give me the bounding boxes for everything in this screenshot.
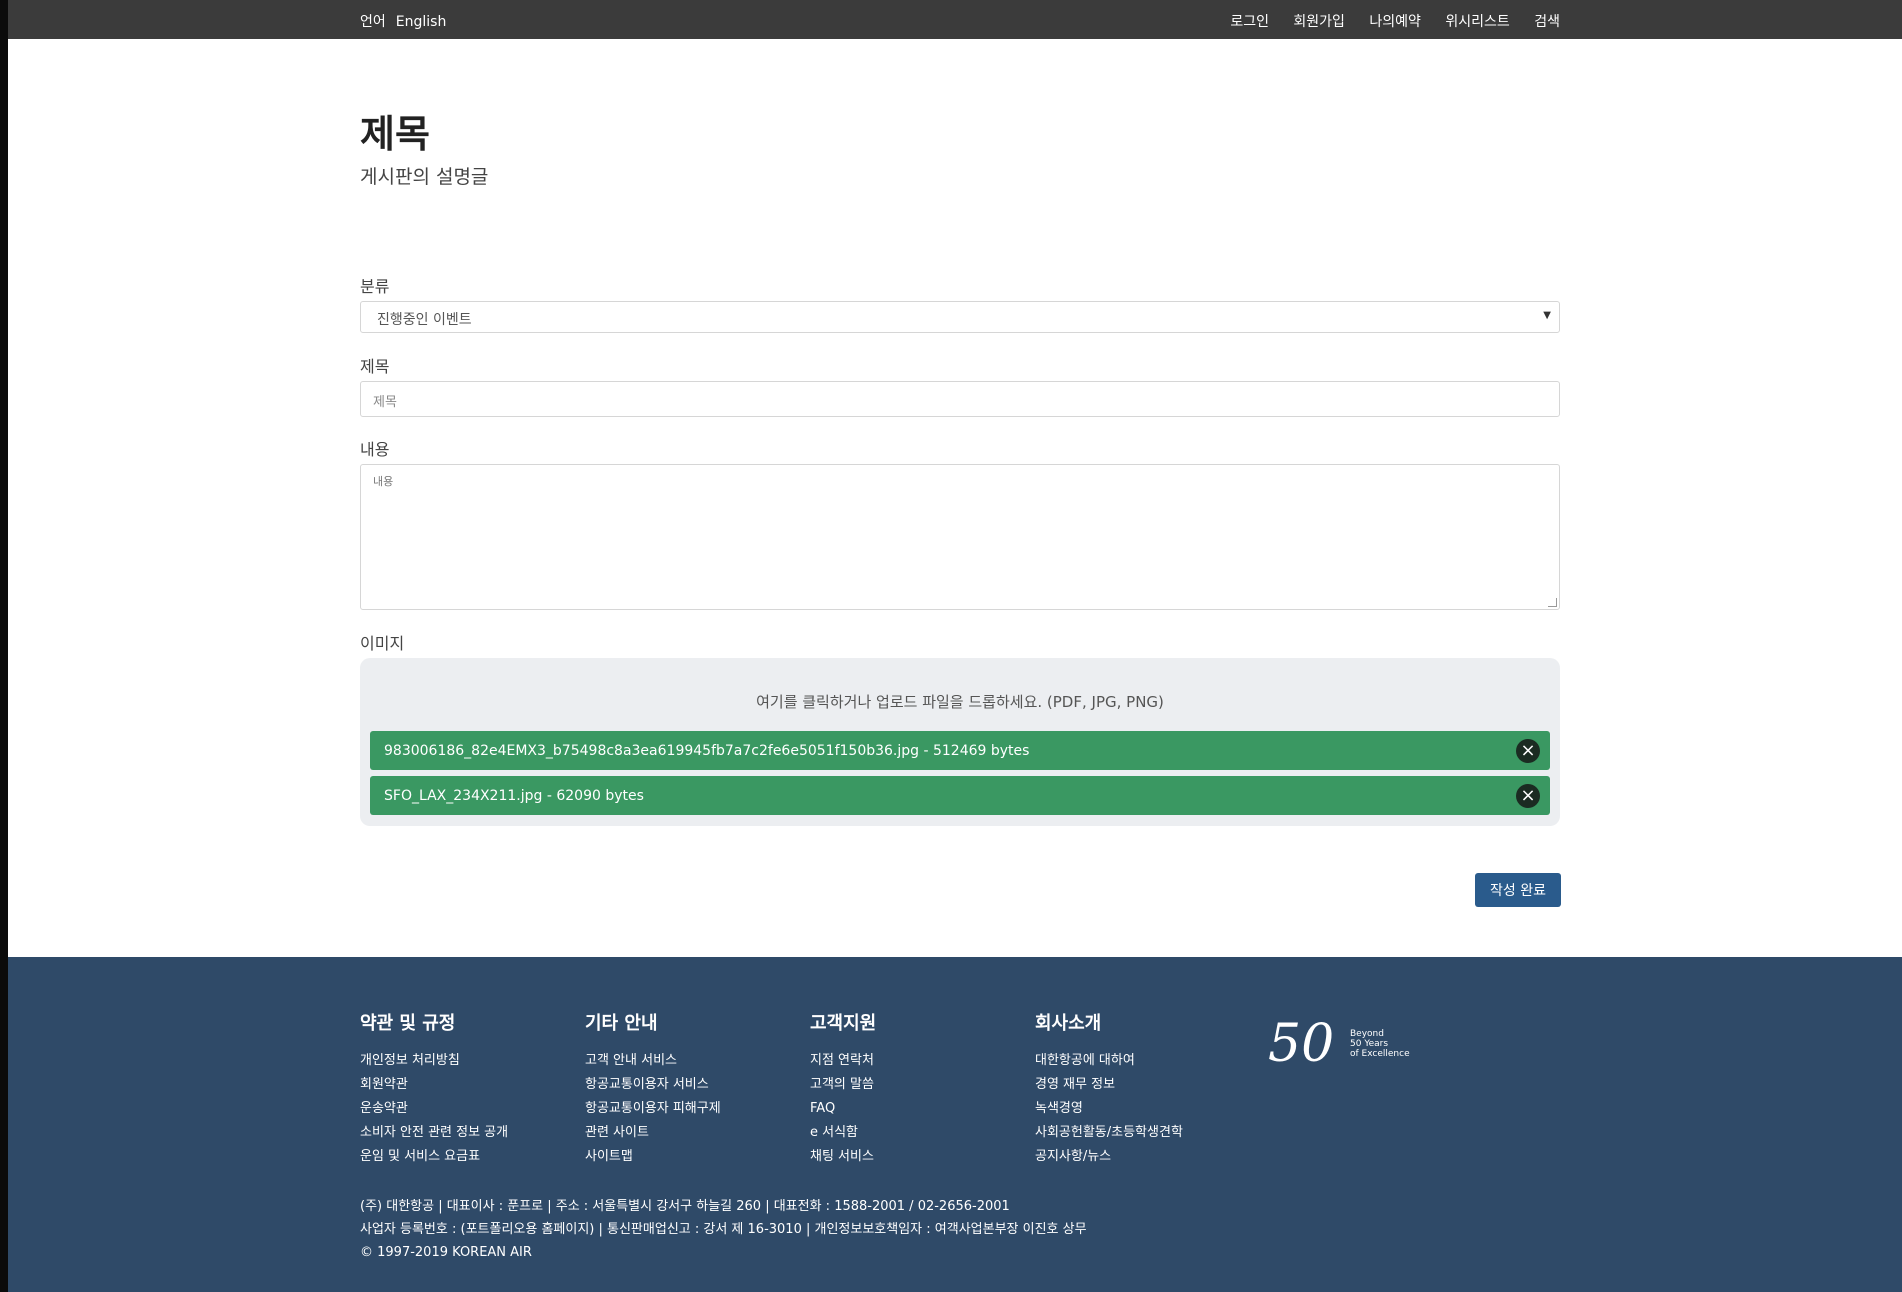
image-label: 이미지 [360,634,405,653]
nav-search[interactable]: 검색 [1534,14,1560,30]
company-info: (주) 대한항공 | 대표이사 : 푼프로 | 주소 : 서울특별시 강서구 하… [360,1195,1087,1264]
logo-tagline-line: 50 Years [1350,1039,1389,1049]
chevron-down-icon: ▼ [1543,310,1551,321]
footer-link[interactable]: 지점 연락처 [810,1049,876,1073]
footer-link[interactable]: FAQ [810,1097,876,1121]
category-label: 분류 [360,277,390,296]
uploaded-file-row: SFO_LAX_234X211.jpg - 62090 bytes × [370,776,1550,815]
nav-login[interactable]: 로그인 [1230,14,1269,30]
footer-link[interactable]: 녹색경영 [1035,1097,1183,1121]
footer-link[interactable]: 관련 사이트 [585,1121,721,1145]
dropzone-message: 여기를 클릭하거나 업로드 파일을 드롭하세요. (PDF, JPG, PNG) [756,693,1164,711]
title-placeholder: 제목 [373,395,397,410]
submit-button[interactable]: 작성 완료 [1475,873,1561,907]
footer-column-title: 회사소개 [1035,1013,1102,1034]
remove-file-close-icon[interactable]: × [1516,739,1540,763]
footer-column-title: 약관 및 규정 [360,1013,456,1034]
footer-column-title: 고객지원 [810,1013,877,1034]
footer-column-title: 기타 안내 [585,1013,658,1034]
language-value[interactable]: English [396,14,447,30]
footer-column-support: 고객지원 지점 연락처 고객의 말씀 FAQ e 서식함 채팅 서비스 [810,1009,876,1169]
uploaded-file-name: SFO_LAX_234X211.jpg - 62090 bytes [384,788,644,804]
top-nav: 로그인 회원가입 나의예약 위시리스트 검색 [1210,11,1560,31]
content-textarea[interactable]: 내용 [360,464,1560,610]
footer-link[interactable]: 사회공헌활동/초등학생견학 [1035,1121,1183,1145]
page-title: 제목 [360,112,430,156]
top-bar: 언어 English 로그인 회원가입 나의예약 위시리스트 검색 [8,0,1902,39]
logo-tagline-line: of Excellence [1350,1049,1410,1059]
footer-link[interactable]: 운송약관 [360,1097,508,1121]
uploaded-file-row: 983006186_82e4EMX3_b75498c8a3ea619945fb7… [370,731,1550,770]
category-select[interactable]: 진행중인 이벤트 ▼ [360,301,1560,333]
footer-link[interactable]: 개인정보 처리방침 [360,1049,508,1073]
content-label: 내용 [360,440,390,459]
footer-link[interactable]: 항공교통이용자 서비스 [585,1073,721,1097]
remove-file-close-icon[interactable]: × [1516,784,1540,808]
title-label: 제목 [360,357,390,376]
footer-link[interactable]: 회원약관 [360,1073,508,1097]
resize-handle-icon[interactable] [1548,598,1557,607]
footer-link[interactable]: 사이트맵 [585,1145,721,1169]
uploaded-file-name: 983006186_82e4EMX3_b75498c8a3ea619945fb7… [384,743,1030,759]
company-info-line: (주) 대한항공 | 대표이사 : 푼프로 | 주소 : 서울특별시 강서구 하… [360,1199,1010,1214]
title-input[interactable]: 제목 [360,381,1560,417]
footer-column-company: 회사소개 대한항공에 대하여 경영 재무 정보 녹색경영 사회공헌활동/초등학생… [1035,1009,1183,1169]
logo-number: 50 [1268,1014,1335,1074]
anniversary-logo: 50 Beyond 50 Years of Excellence [1268,1015,1418,1073]
language-selector[interactable]: 언어 English [360,11,456,31]
footer-link[interactable]: e 서식함 [810,1121,876,1145]
nav-wishlist[interactable]: 위시리스트 [1445,14,1509,30]
logo-tagline-line: Beyond [1350,1029,1384,1039]
footer: 약관 및 규정 개인정보 처리방침 회원약관 운송약관 소비자 안전 관련 정보… [8,957,1902,1292]
category-selected-value: 진행중인 이벤트 [377,312,472,328]
footer-link[interactable]: 경영 재무 정보 [1035,1073,1183,1097]
footer-link[interactable]: 운임 및 서비스 요금표 [360,1145,508,1169]
footer-link[interactable]: 항공교통이용자 피해구제 [585,1097,721,1121]
footer-link[interactable]: 채팅 서비스 [810,1145,876,1169]
footer-link[interactable]: 고객의 말씀 [810,1073,876,1097]
footer-column-other: 기타 안내 고객 안내 서비스 항공교통이용자 서비스 항공교통이용자 피해구제… [585,1009,721,1169]
logo-tagline: Beyond 50 Years of Excellence [1350,1029,1410,1059]
footer-link[interactable]: 공지사항/뉴스 [1035,1145,1183,1169]
copyright: © 1997-2019 KOREAN AIR [360,1245,532,1260]
file-dropzone[interactable]: 여기를 클릭하거나 업로드 파일을 드롭하세요. (PDF, JPG, PNG)… [360,658,1560,826]
footer-link[interactable]: 소비자 안전 관련 정보 공개 [360,1121,508,1145]
footer-link[interactable]: 고객 안내 서비스 [585,1049,721,1073]
content-placeholder: 내용 [373,475,394,488]
footer-column-terms: 약관 및 규정 개인정보 처리방침 회원약관 운송약관 소비자 안전 관련 정보… [360,1009,508,1169]
company-info-line: 사업자 등록번호 : (포트폴리오용 홈페이지) | 통신판매업신고 : 강서 … [360,1222,1087,1237]
language-label: 언어 [360,14,386,30]
nav-signup[interactable]: 회원가입 [1293,14,1345,30]
window-left-edge [0,0,8,1292]
nav-my-reservation[interactable]: 나의예약 [1369,14,1421,30]
footer-link[interactable]: 대한항공에 대하여 [1035,1049,1183,1073]
page-description: 게시판의 설명글 [360,166,489,188]
